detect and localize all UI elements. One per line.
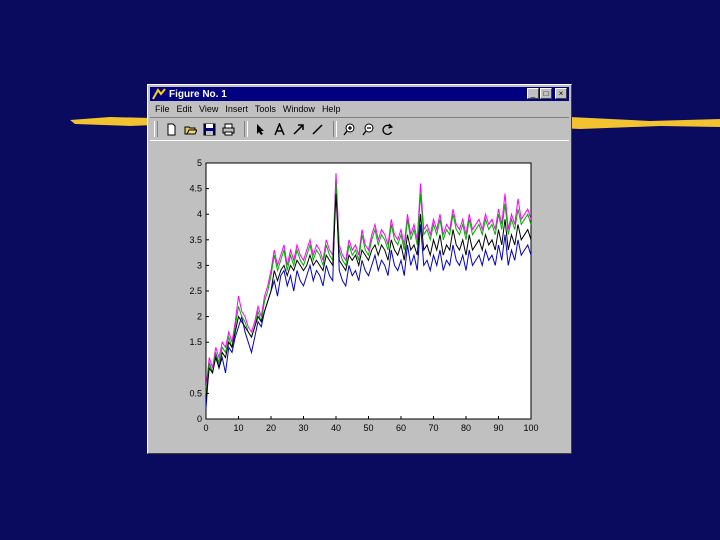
x-tick-label: 30 [298, 423, 308, 433]
figure-window[interactable]: Figure No. 1 _ □ × File Edit View Insert… [147, 84, 572, 454]
y-tick-label: 3 [197, 260, 202, 270]
y-tick-label: 1.5 [189, 337, 202, 347]
x-tick-label: 50 [363, 423, 373, 433]
axes-background [205, 162, 532, 420]
y-tick-label: 4.5 [189, 184, 202, 194]
x-tick-label: 10 [233, 423, 243, 433]
y-tick-label: 0.5 [189, 388, 202, 398]
y-tick-label: 2 [197, 312, 202, 322]
x-tick-label: 60 [396, 423, 406, 433]
y-tick-label: 0 [197, 414, 202, 424]
y-tick-label: 4 [197, 209, 202, 219]
x-tick-label: 90 [493, 423, 503, 433]
x-tick-label: 80 [461, 423, 471, 433]
y-tick-label: 3.5 [189, 235, 202, 245]
x-tick-label: 20 [266, 423, 276, 433]
x-tick-label: 0 [203, 423, 208, 433]
x-tick-label: 100 [523, 423, 538, 433]
figure-plot[interactable]: 0 10 20 30 40 50 60 70 80 90 100 0 0.5 1.5 2 2.5 3 3.5 4 4.… [148, 85, 571, 453]
x-tick-label: 70 [428, 423, 438, 433]
y-tick-label: 5 [197, 158, 202, 168]
y-tick-label: 2.5 [189, 286, 202, 296]
x-tick-label: 40 [331, 423, 341, 433]
